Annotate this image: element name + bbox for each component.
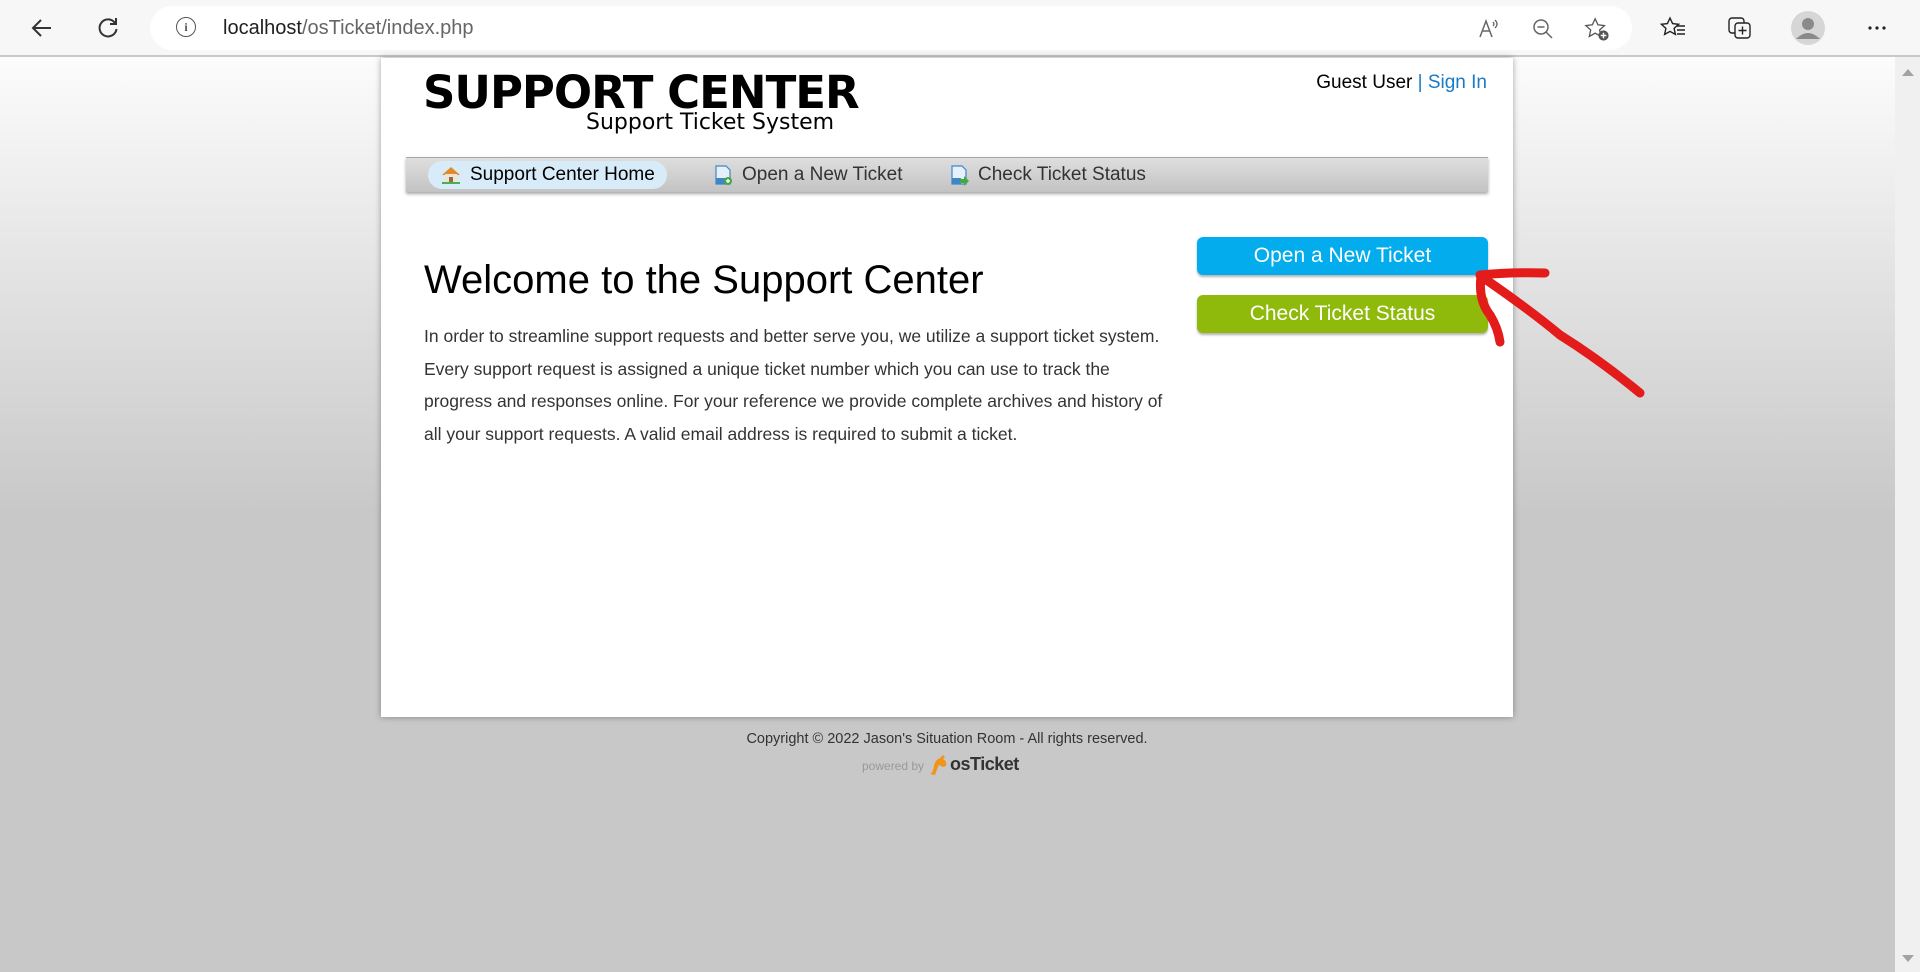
refresh-icon [98,18,118,38]
scroll-up-icon[interactable] [1902,69,1914,76]
user-bar: Guest User | Sign In [1316,72,1487,94]
address-bar[interactable]: i localhost/osTicket/index.php [150,6,1632,50]
nav-check-ticket-status[interactable]: Check Ticket Status [936,161,1158,189]
content-container: SUPPORT CENTER Support Ticket System Gue… [381,58,1513,717]
home-icon [440,164,462,186]
more-button[interactable] [1857,8,1897,48]
more-icon [1868,26,1886,30]
profile-button[interactable] [1788,8,1828,48]
nav-label: Open a New Ticket [742,164,903,185]
open-new-ticket-button[interactable]: Open a New Ticket [1197,237,1488,275]
vertical-scrollbar[interactable] [1895,57,1920,972]
check-ticket-status-button[interactable]: Check Ticket Status [1197,295,1488,333]
separator: | [1417,72,1423,93]
powered-by-osticket[interactable]: powered by osTicket [862,753,1019,775]
osticket-kangaroo-icon [930,755,947,775]
scroll-down-icon[interactable] [1902,955,1914,962]
favorites-icon [1659,16,1685,36]
refresh-button[interactable] [88,8,128,48]
copyright-text: Copyright © 2022 Jason's Situation Room … [746,731,1148,747]
url-text[interactable]: localhost/osTicket/index.php [223,17,474,40]
read-aloud-icon[interactable] [1476,16,1502,42]
ticket-status-icon [948,164,970,186]
sign-in-link[interactable]: Sign In [1428,72,1487,93]
new-ticket-icon [712,164,734,186]
zoom-out-icon[interactable] [1530,16,1556,42]
nav-label: Check Ticket Status [978,164,1146,185]
url-host: localhost [223,17,302,39]
favorites-button[interactable] [1653,8,1693,48]
profile-icon [1791,11,1825,45]
page-title: Welcome to the Support Center [424,258,984,302]
site-info-icon[interactable]: i [176,17,196,37]
collections-button[interactable] [1720,8,1760,48]
back-icon [31,19,51,37]
guest-user-label: Guest User [1316,72,1413,93]
url-path: /osTicket/index.php [301,17,474,39]
logo-subtitle: Support Ticket System [586,110,835,135]
nav-label: Support Center Home [470,164,655,185]
collections-icon [1728,17,1751,39]
nav-open-new-ticket[interactable]: Open a New Ticket [700,161,915,189]
browser-toolbar: i localhost/osTicket/index.php [0,0,1920,57]
nav-support-center-home[interactable]: Support Center Home [428,161,667,189]
osticket-logo-text: osTicket [950,754,1019,774]
add-favorite-icon[interactable] [1584,16,1610,42]
main-nav: Support Center Home Open a New Ticket Ch… [406,157,1488,192]
powered-by-label: powered by [862,759,925,773]
back-button[interactable] [22,8,62,48]
intro-text: In order to streamline support requests … [424,326,1163,444]
